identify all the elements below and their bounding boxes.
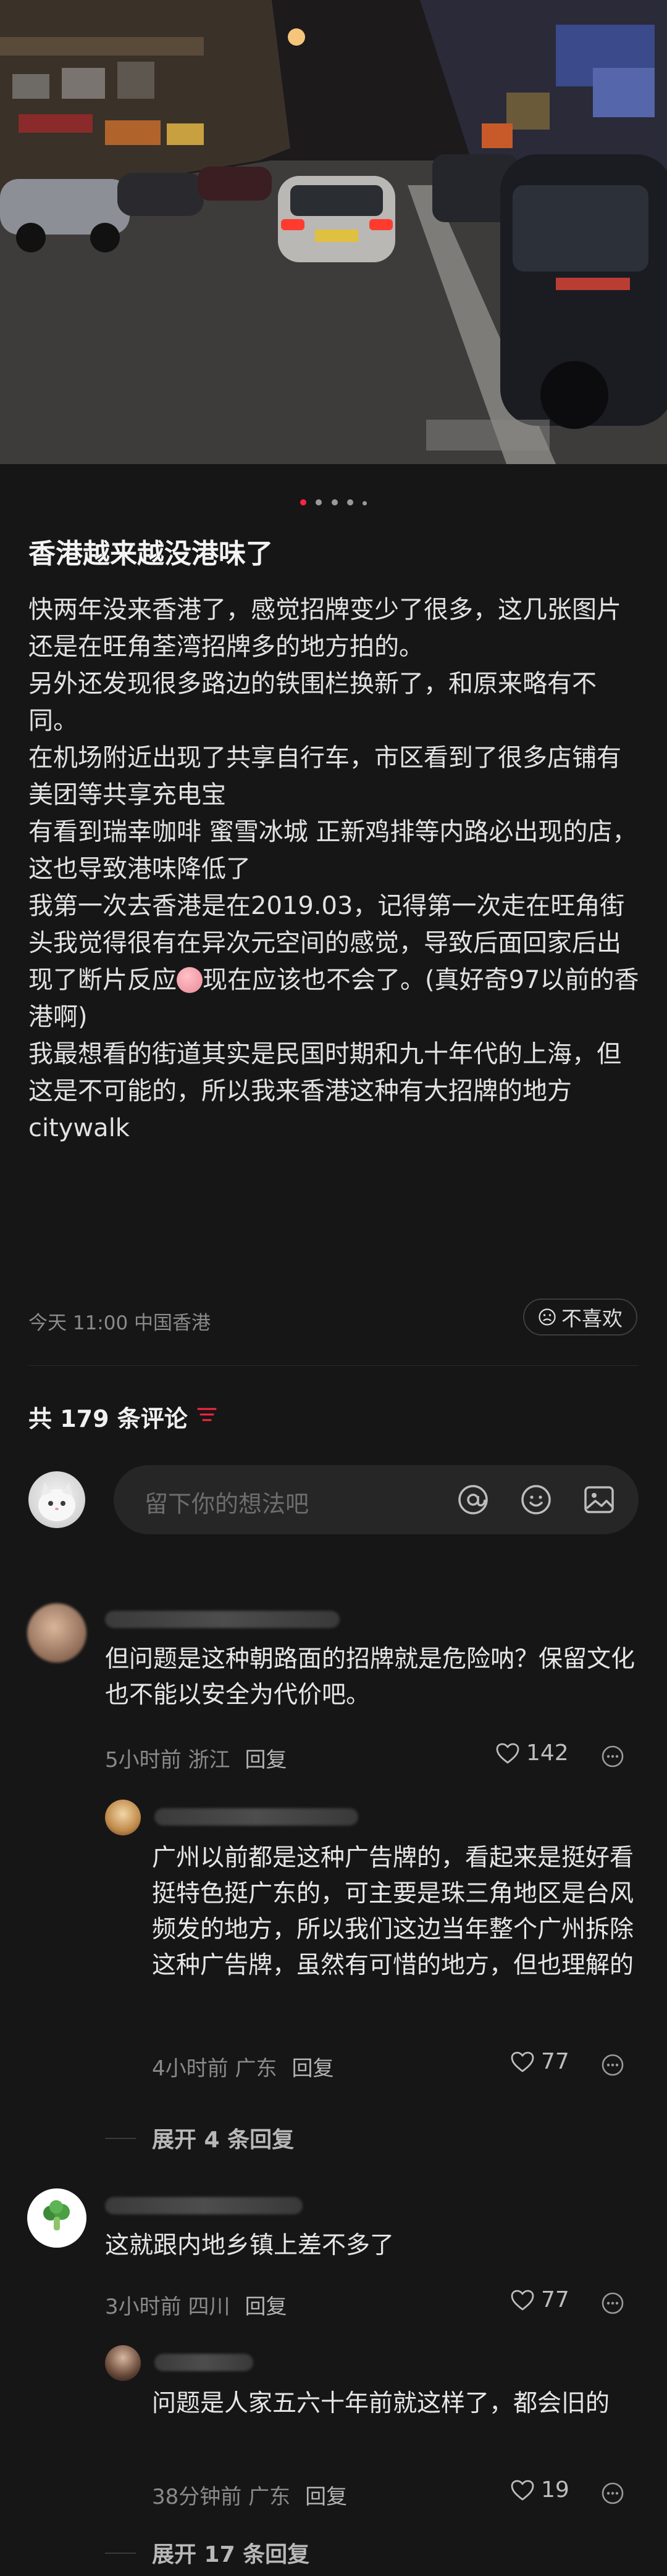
comment-time-location: 5小时前 浙江: [105, 1748, 230, 1772]
replier-name[interactable]: [154, 2354, 253, 2371]
dislike-button[interactable]: 不喜欢: [523, 1298, 637, 1336]
replier-name[interactable]: [154, 1808, 358, 1826]
like-count: 142: [526, 1740, 569, 1766]
broccoli-avatar-icon: [43, 2200, 70, 2230]
post-meta: 今天 11:00 中国香港: [28, 1312, 211, 1334]
post-paragraph: 我最想看的街道其实是民国时期和九十年代的上海，但这是不可能的，所以我来香港这种有…: [28, 1040, 621, 1142]
post-body: 快两年没来香港了，感觉招牌变少了很多，这几张图片还是在旺角荃湾招牌多的地方拍的。…: [28, 591, 640, 1147]
carousel-dot[interactable]: [331, 499, 338, 505]
more-options-icon[interactable]: [600, 1744, 625, 1769]
post-title: 香港越来越没港味了: [28, 538, 273, 570]
carousel-indicator[interactable]: [0, 496, 667, 508]
heart-icon: [511, 2290, 534, 2310]
post-paragraph: 在机场附近出现了共享自行车，市区看到了很多店铺有美团等共享充电宝: [28, 744, 621, 809]
expand-replies-button[interactable]: 展开 17 条回复: [152, 2537, 309, 2569]
commenter-name[interactable]: [105, 1611, 340, 1628]
carousel-dot[interactable]: [362, 501, 367, 505]
reply-time-location: 4小时前 广东: [152, 2056, 277, 2081]
street-photo: [0, 0, 667, 464]
commenter-avatar[interactable]: [27, 1603, 86, 1663]
like-count: 19: [541, 2477, 569, 2503]
comment-text: 但问题是这种朝路面的招牌就是危险呐？保留文化也不能以安全为代价吧。: [105, 1645, 636, 1709]
comment-meta: 5小时前 浙江 回复: [105, 1743, 287, 1773]
at-icon[interactable]: [456, 1482, 490, 1517]
reply-meta: 38分钟前 广东 回复: [152, 2480, 347, 2510]
my-avatar[interactable]: [28, 1471, 85, 1528]
more-options-icon[interactable]: [600, 2481, 625, 2506]
like-count: 77: [541, 2049, 569, 2074]
image-icon[interactable]: [582, 1482, 616, 1517]
sort-icon[interactable]: [196, 1406, 217, 1424]
expand-line: [105, 2138, 136, 2139]
post-paragraph: 我第一次去香港是在2019.03，记得第一次走在旺角街头我觉得很有在异次元空间的…: [28, 887, 640, 1036]
like-count: 77: [541, 2287, 569, 2312]
cat-avatar-icon: [38, 1482, 75, 1521]
heart-icon: [511, 2051, 534, 2072]
post-paragraph: 有看到瑞幸咖啡 蜜雪冰城 正新鸡排等内路必出现的店，这也导致港味降低了: [28, 818, 637, 883]
comment-time-location: 3小时前 四川: [105, 2295, 230, 2319]
reply-meta: 4小时前 广东 回复: [152, 2051, 334, 2082]
pig-emoji-icon: [177, 967, 203, 993]
comment-count: 共 179 条评论: [28, 1405, 188, 1432]
commenter-avatar[interactable]: [27, 2188, 86, 2248]
post-photo[interactable]: [0, 0, 667, 464]
more-options-icon[interactable]: [600, 2053, 625, 2077]
expand-line: [105, 2553, 136, 2554]
commenter-name[interactable]: [105, 2197, 303, 2214]
comment-meta: 3小时前 四川 回复: [105, 2290, 287, 2320]
heart-icon: [511, 2480, 534, 2500]
like-button[interactable]: 142: [495, 1740, 569, 1766]
comment-input[interactable]: 留下你的想法吧: [114, 1465, 639, 1534]
more-options-icon[interactable]: [600, 2291, 625, 2316]
comment-input-placeholder: 留下你的想法吧: [145, 1490, 309, 1518]
reply-text: 问题是人家五六十年前就这样了，都会旧的: [152, 2390, 610, 2417]
emoji-icon[interactable]: [519, 1482, 553, 1517]
carousel-dot[interactable]: [316, 499, 322, 505]
carousel-dot[interactable]: [300, 499, 307, 505]
dislike-label: 不喜欢: [561, 1307, 623, 1331]
reply-button[interactable]: 回复: [292, 2056, 334, 2081]
post-paragraph: 另外还发现很多路边的铁围栏换新了，和原来略有不同。: [28, 670, 597, 735]
carousel-dot[interactable]: [346, 499, 353, 505]
reply-text: 广州以前都是这种广告牌的，看起来是挺好看挺特色挺广东的，可主要是珠三角地区是台风…: [152, 1844, 634, 1979]
like-button[interactable]: 77: [510, 2049, 569, 2074]
reply-button[interactable]: 回复: [305, 2485, 347, 2509]
replier-avatar[interactable]: [105, 1800, 141, 1835]
comment-text: 这就跟内地乡镇上差不多了: [105, 2232, 395, 2259]
expand-replies-button[interactable]: 展开 4 条回复: [152, 2122, 294, 2154]
like-button[interactable]: 19: [510, 2477, 569, 2503]
frown-face-icon: [539, 1308, 556, 1326]
like-button[interactable]: 77: [510, 2287, 569, 2312]
reply-time-location: 38分钟前 广东: [152, 2485, 291, 2509]
divider: [28, 1365, 639, 1366]
reply-button[interactable]: 回复: [245, 2295, 287, 2319]
reply-button[interactable]: 回复: [245, 1748, 287, 1772]
post-paragraph: 快两年没来香港了，感觉招牌变少了很多，这几张图片还是在旺角荃湾招牌多的地方拍的。: [28, 596, 621, 661]
replier-avatar[interactable]: [105, 2345, 141, 2381]
heart-icon: [496, 1743, 519, 1763]
